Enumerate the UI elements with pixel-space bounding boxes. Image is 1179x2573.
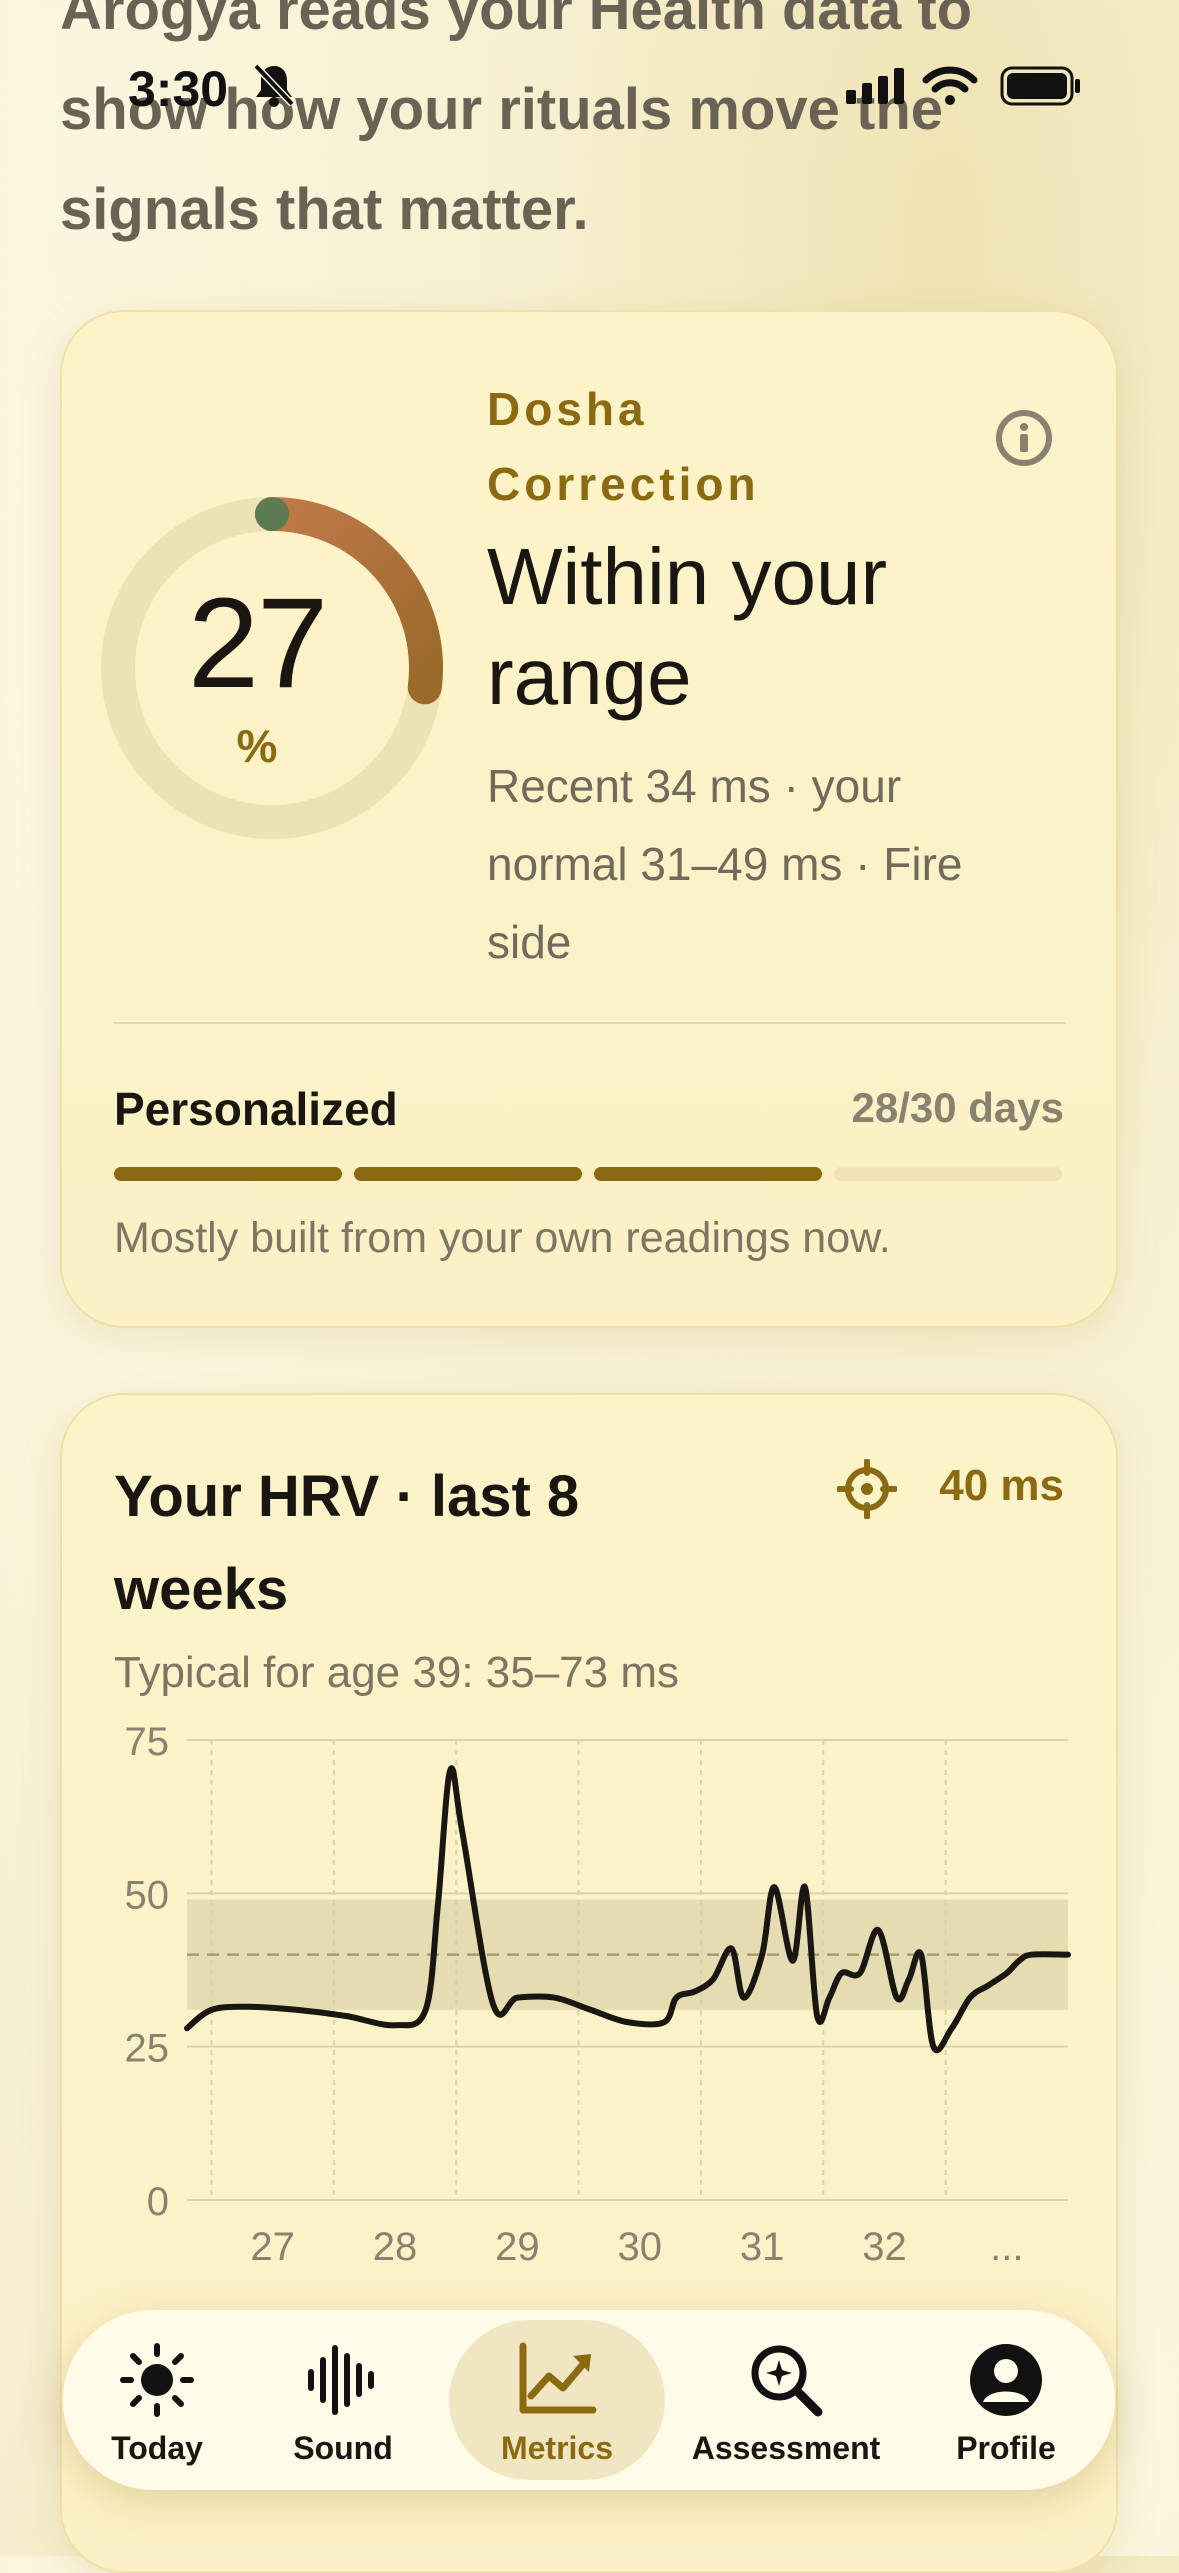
tab-label: Metrics — [500, 2430, 614, 2466]
bell-muted-icon — [252, 62, 296, 113]
tab-assessment[interactable]: Assessment — [675, 2310, 897, 2490]
x-tick-label: 30 — [617, 2225, 662, 2269]
x-tick-label: 32 — [862, 2225, 907, 2269]
intro-text: Arogya reads your Health data to show ho… — [60, 0, 973, 242]
status-title: Within your range — [487, 532, 888, 721]
y-tick-label: 0 — [147, 2180, 169, 2224]
tab-profile[interactable]: Profile — [921, 2310, 1091, 2490]
target-icon — [836, 1458, 898, 1524]
tab-label: Sound — [293, 2430, 393, 2466]
progress-segment — [834, 1167, 1062, 1181]
sun-icon — [120, 2343, 194, 2417]
magnify-sparkle-icon — [751, 2345, 823, 2417]
x-tick-label: 27 — [250, 2225, 295, 2269]
status-description: Recent 34 ms · your normal 31–49 ms · Fi… — [487, 760, 963, 968]
tab-metrics[interactable]: Metrics — [449, 2310, 665, 2490]
dosha-percent-value: 27 — [187, 572, 328, 715]
progress-segment — [114, 1167, 342, 1181]
personalized-note: Mostly built from your own readings now. — [114, 1214, 891, 1262]
personalized-days: 28/30 days — [851, 1084, 1064, 1131]
chart-line-icon — [519, 2342, 597, 2414]
x-tick-label: 28 — [373, 2225, 418, 2269]
y-tick-label: 25 — [125, 2027, 170, 2071]
progress-segment — [594, 1167, 822, 1181]
y-tick-label: 75 — [125, 1720, 170, 1764]
tab-bar: Today Sound Metrics Assessment Profile — [63, 2310, 1115, 2490]
status-time: 3:30 — [128, 61, 229, 117]
target-hrv-value: 40 ms — [939, 1461, 1064, 1510]
person-circle-icon — [970, 2344, 1042, 2416]
tab-label: Assessment — [691, 2430, 881, 2466]
tab-label: Today — [111, 2430, 203, 2466]
divider — [114, 1022, 1066, 1024]
tab-sound[interactable]: Sound — [263, 2310, 423, 2490]
status-bar: 3:30 — [0, 50, 1179, 120]
card-eyebrow: Dosha Correction — [487, 383, 760, 510]
tab-today[interactable]: Today — [77, 2310, 237, 2490]
battery-icon — [1000, 66, 1082, 111]
typical-range-text: Typical for age 39: 35–73 ms — [114, 1648, 679, 1697]
dosha-correction-card[interactable]: 27 % Dosha Correction Within your range … — [60, 310, 1118, 1328]
progress-segment — [354, 1167, 582, 1181]
personalized-label: Personalized — [114, 1083, 398, 1135]
x-tick-label: 31 — [740, 2225, 785, 2269]
y-tick-label: 50 — [125, 1873, 170, 1917]
x-tick-label: 29 — [495, 2225, 540, 2269]
x-tick-label: ... — [990, 2225, 1023, 2269]
waveform-icon — [308, 2345, 374, 2415]
dosha-percent-unit: % — [236, 720, 278, 772]
info-icon[interactable] — [994, 408, 1054, 473]
cellular-signal-icon — [846, 68, 908, 109]
hrv-line-chart: 0 25 50 75 27 28 29 30 31 32... — [125, 1720, 1071, 2269]
tab-label: Profile — [956, 2430, 1056, 2466]
wifi-icon — [922, 66, 978, 111]
hrv-title: Your HRV · last 8 weeks — [114, 1464, 580, 1622]
